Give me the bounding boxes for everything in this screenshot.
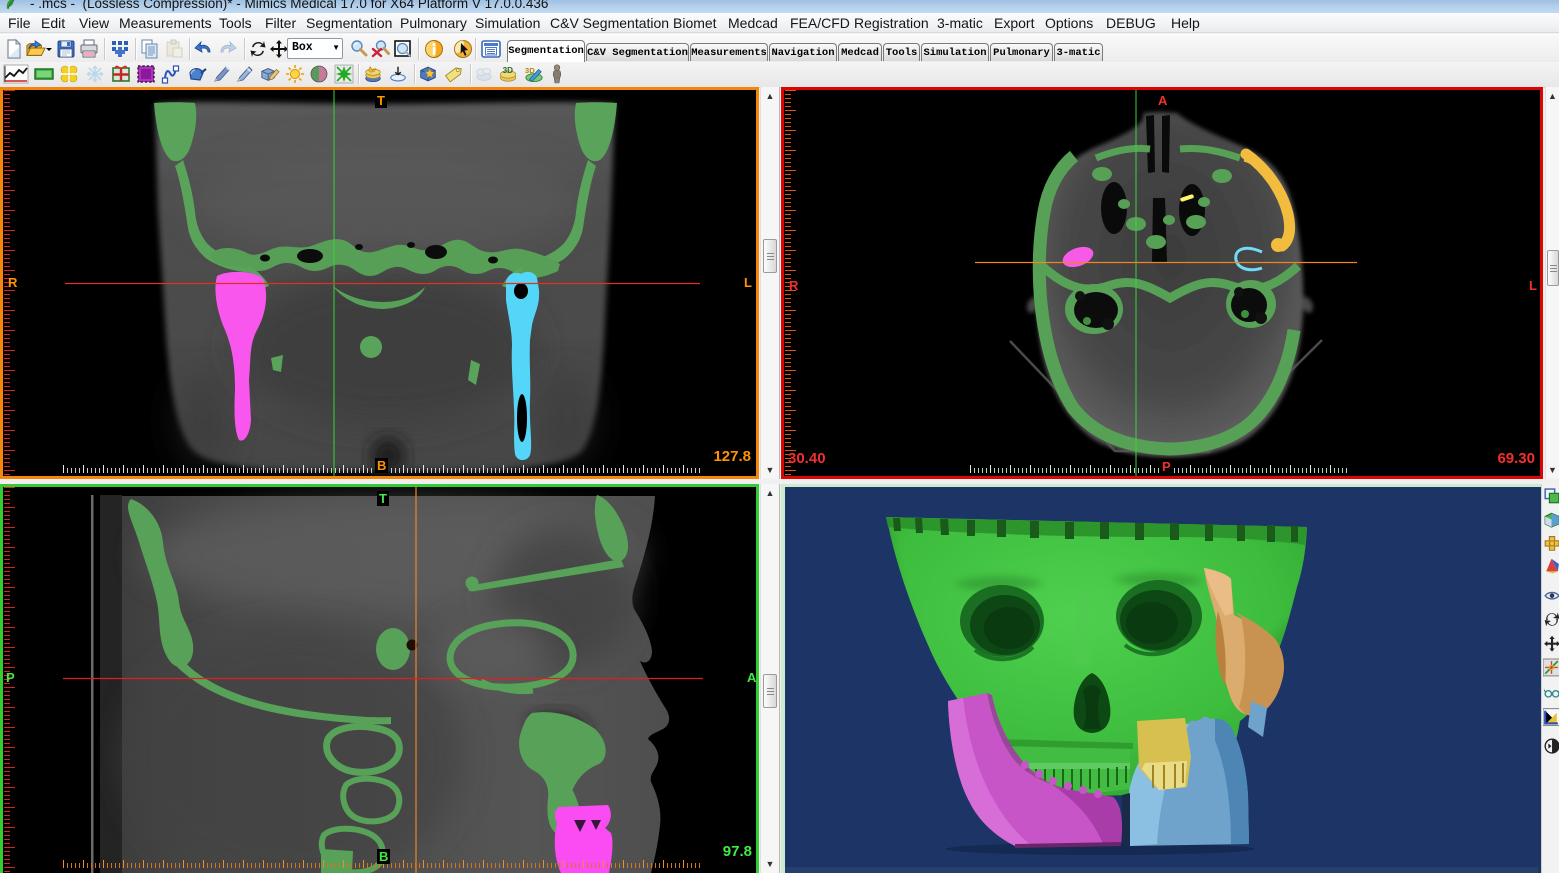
svg-text:3D: 3D: [503, 66, 514, 75]
svg-text:3D: 3D: [525, 66, 535, 75]
